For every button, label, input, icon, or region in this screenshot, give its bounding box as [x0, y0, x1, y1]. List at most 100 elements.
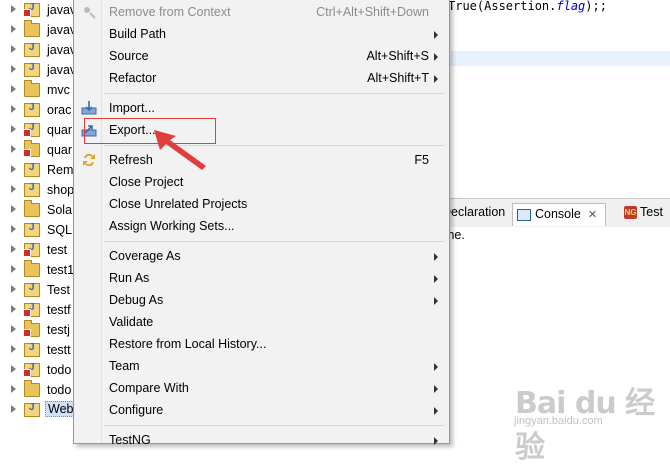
- tab-console[interactable]: Console ✕: [512, 203, 607, 226]
- menu-item-close-project[interactable]: Close Project: [74, 171, 449, 193]
- menu-item-label: Refresh: [109, 153, 153, 167]
- code-line: True(Assertion.flag);;: [448, 0, 607, 13]
- expand-arrow-icon[interactable]: [11, 225, 16, 233]
- tree-item-label: Rem: [47, 163, 74, 177]
- expand-arrow-icon[interactable]: [11, 205, 16, 213]
- tree-item-label: quar: [47, 123, 73, 137]
- project-icon: [24, 42, 40, 57]
- expand-arrow-icon[interactable]: [11, 245, 16, 253]
- error-badge-icon: [23, 369, 31, 377]
- error-badge-icon: [23, 249, 31, 257]
- project-icon: [24, 342, 40, 357]
- menu-item-build-path[interactable]: Build Path: [74, 23, 449, 45]
- tree-item-label: javav: [47, 63, 77, 77]
- menu-separator: [104, 425, 444, 426]
- menu-item-label: Import...: [109, 101, 155, 115]
- tree-item-label: javav: [47, 3, 77, 17]
- menu-item-label: Refactor: [109, 71, 157, 85]
- expand-arrow-icon[interactable]: [11, 105, 16, 113]
- expand-arrow-icon[interactable]: [11, 325, 16, 333]
- menu-item-shortcut: Alt+Shift+T: [367, 71, 429, 85]
- expand-arrow-icon[interactable]: [11, 345, 16, 353]
- menu-item-debug-as[interactable]: Debug As: [74, 289, 449, 311]
- tab-declaration[interactable]: Declaration: [442, 205, 505, 227]
- menu-item-label: Debug As: [109, 293, 164, 307]
- refresh-icon: [81, 152, 97, 168]
- expand-arrow-icon[interactable]: [11, 45, 16, 53]
- expand-arrow-icon[interactable]: [11, 385, 16, 393]
- error-badge-icon: [23, 309, 31, 317]
- expand-arrow-icon[interactable]: [11, 25, 16, 33]
- project-icon: [24, 222, 40, 237]
- project-icon: [24, 102, 40, 117]
- tab-testng[interactable]: NG Test: [624, 205, 663, 227]
- menu-item-close-unrelated-projects[interactable]: Close Unrelated Projects: [74, 193, 449, 215]
- expand-arrow-icon[interactable]: [11, 185, 16, 193]
- menu-item-label: Close Project: [109, 175, 184, 189]
- expand-arrow-icon[interactable]: [11, 305, 16, 313]
- menu-separator: [104, 241, 444, 242]
- menu-item-restore-from-local-history[interactable]: Restore from Local History...: [74, 333, 449, 355]
- expand-arrow-icon[interactable]: [11, 125, 16, 133]
- menu-item-configure[interactable]: Configure: [74, 399, 449, 421]
- menu-item-refresh[interactable]: Refresh F5: [74, 149, 449, 171]
- menu-item-compare-with[interactable]: Compare With: [74, 377, 449, 399]
- console-icon: [517, 208, 531, 221]
- tree-item-label: Web: [45, 401, 77, 417]
- tree-item-label: test1: [47, 263, 75, 277]
- menu-item-remove-from-context[interactable]: Remove from Context Ctrl+Alt+Shift+Down: [74, 1, 449, 23]
- submenu-arrow-icon: [434, 53, 438, 61]
- menu-item-source[interactable]: Source Alt+Shift+S: [74, 45, 449, 67]
- menu-item-validate[interactable]: Validate: [74, 311, 449, 333]
- submenu-arrow-icon: [434, 385, 438, 393]
- submenu-arrow-icon: [434, 31, 438, 39]
- tree-item-label: testf: [47, 303, 71, 317]
- expand-arrow-icon[interactable]: [11, 285, 16, 293]
- menu-item-testng[interactable]: TestNG: [74, 429, 449, 451]
- project-icon: [24, 182, 40, 197]
- expand-arrow-icon[interactable]: [11, 405, 16, 413]
- menu-item-label: Source: [109, 49, 149, 63]
- menu-item-label: Remove from Context: [109, 5, 231, 19]
- code-editor[interactable]: True(Assertion.flag);;: [448, 0, 670, 198]
- menu-item-shortcut: F5: [414, 153, 429, 167]
- tree-item-label: todo: [47, 363, 72, 377]
- red-arrow-annotation: [154, 130, 206, 170]
- tree-item-label: testt: [47, 343, 71, 357]
- submenu-arrow-icon: [434, 275, 438, 283]
- menu-item-refactor[interactable]: Refactor Alt+Shift+T: [74, 67, 449, 89]
- project-icon: [24, 260, 40, 277]
- baidu-watermark: Bai du 经验 jingyan.baidu.com: [512, 372, 662, 465]
- expand-arrow-icon[interactable]: [11, 65, 16, 73]
- bottom-view-tabbar: Declaration Console ✕ NG Test: [442, 198, 670, 228]
- expand-arrow-icon[interactable]: [11, 5, 16, 13]
- import-icon: [81, 100, 97, 116]
- tree-item-label: Sola: [47, 203, 73, 217]
- menu-item-run-as[interactable]: Run As: [74, 267, 449, 289]
- expand-arrow-icon[interactable]: [11, 365, 16, 373]
- project-icon: [24, 62, 40, 77]
- remove-context-icon: [81, 4, 97, 20]
- submenu-arrow-icon: [434, 297, 438, 305]
- submenu-arrow-icon: [434, 437, 438, 445]
- current-line-highlight: [448, 51, 670, 66]
- close-icon[interactable]: ✕: [588, 209, 597, 221]
- expand-arrow-icon[interactable]: [11, 265, 16, 273]
- menu-item-coverage-as[interactable]: Coverage As: [74, 245, 449, 267]
- project-icon: [24, 20, 40, 37]
- menu-item-label: Close Unrelated Projects: [109, 197, 248, 211]
- menu-item-label: Coverage As: [109, 249, 181, 263]
- expand-arrow-icon[interactable]: [11, 165, 16, 173]
- project-icon: [24, 162, 40, 177]
- menu-item-label: Restore from Local History...: [109, 337, 267, 351]
- tree-item-label: SQL: [47, 223, 73, 237]
- menu-item-import[interactable]: Import...: [74, 97, 449, 119]
- expand-arrow-icon[interactable]: [11, 85, 16, 93]
- menu-item-assign-working-sets[interactable]: Assign Working Sets...: [74, 215, 449, 237]
- project-icon: [24, 80, 40, 97]
- menu-item-shortcut: Alt+Shift+S: [366, 49, 429, 63]
- menu-item-label: Team: [109, 359, 140, 373]
- expand-arrow-icon[interactable]: [11, 145, 16, 153]
- menu-item-team[interactable]: Team: [74, 355, 449, 377]
- tree-item-label: mvc: [47, 83, 70, 97]
